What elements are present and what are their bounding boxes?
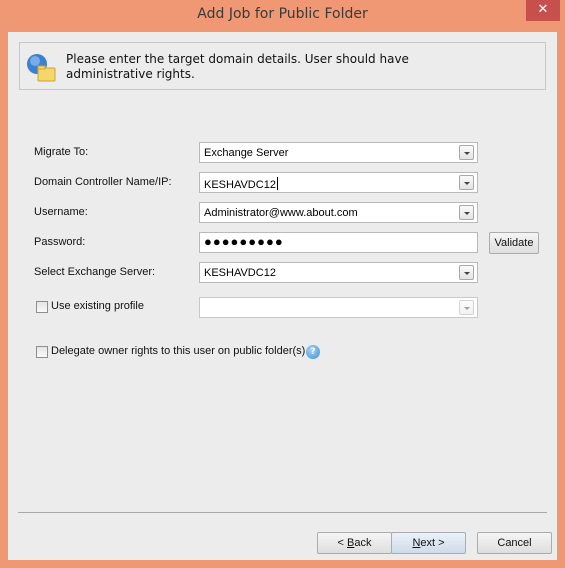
username-value: Administrator@www.about.com <box>204 207 358 219</box>
domain-controller-label: Domain Controller Name/IP: <box>34 176 172 188</box>
domain-controller-value: KESHAVDC12 <box>204 179 276 191</box>
profile-select[interactable] <box>199 297 478 318</box>
close-icon: ✕ <box>537 2 549 17</box>
back-rest: ack <box>354 537 372 549</box>
username-label: Username: <box>34 206 88 218</box>
password-input[interactable]: ●●●●●●●●● <box>199 232 478 253</box>
text-caret <box>276 177 278 190</box>
globe-folder-icon <box>27 54 56 82</box>
exchange-server-label: Select Exchange Server: <box>34 266 156 278</box>
exchange-server-value: KESHAVDC12 <box>204 267 276 279</box>
domain-controller-value-wrap: KESHAVDC12 <box>204 177 278 191</box>
migrate-to-label: Migrate To: <box>34 146 89 158</box>
chevron-down-icon[interactable] <box>459 205 474 220</box>
dialog-window: Add Job for Public Folder ✕ Please enter… <box>0 0 565 568</box>
password-value: ●●●●●●●●● <box>204 234 284 249</box>
next-rest: ext > <box>420 537 445 549</box>
info-message: Please enter the target domain details. … <box>66 52 409 81</box>
title-bar: Add Job for Public Folder ✕ <box>0 0 565 32</box>
chevron-down-icon[interactable] <box>459 265 474 280</box>
chevron-down-icon[interactable] <box>459 145 474 160</box>
chevron-down-icon[interactable] <box>459 175 474 190</box>
delegate-owner-rights-label[interactable]: Delegate owner rights to this user on pu… <box>51 345 308 357</box>
delegate-owner-rights-checkbox[interactable] <box>36 346 48 358</box>
use-existing-profile-checkbox[interactable] <box>36 301 48 313</box>
exchange-server-select[interactable]: KESHAVDC12 <box>199 262 478 283</box>
back-prefix: < <box>337 537 347 549</box>
info-banner: Please enter the target domain details. … <box>19 42 546 90</box>
help-icon[interactable]: ? <box>306 345 320 359</box>
footer-separator <box>18 512 547 513</box>
migrate-to-select[interactable]: Exchange Server <box>199 142 478 163</box>
chevron-down-icon[interactable] <box>459 300 474 315</box>
cancel-button[interactable]: Cancel <box>477 532 552 554</box>
dialog-content: Please enter the target domain details. … <box>8 32 557 560</box>
domain-controller-combobox[interactable]: KESHAVDC12 <box>199 172 478 193</box>
username-combobox[interactable]: Administrator@www.about.com <box>199 202 478 223</box>
use-existing-profile-label[interactable]: Use existing profile <box>51 300 144 312</box>
back-button[interactable]: < Back <box>317 532 392 554</box>
next-button[interactable]: Next > <box>391 532 466 554</box>
validate-button[interactable]: Validate <box>489 232 539 254</box>
close-button[interactable]: ✕ <box>526 0 560 21</box>
window-title: Add Job for Public Folder <box>197 6 368 22</box>
password-label: Password: <box>34 236 86 248</box>
migrate-to-value: Exchange Server <box>204 147 289 159</box>
